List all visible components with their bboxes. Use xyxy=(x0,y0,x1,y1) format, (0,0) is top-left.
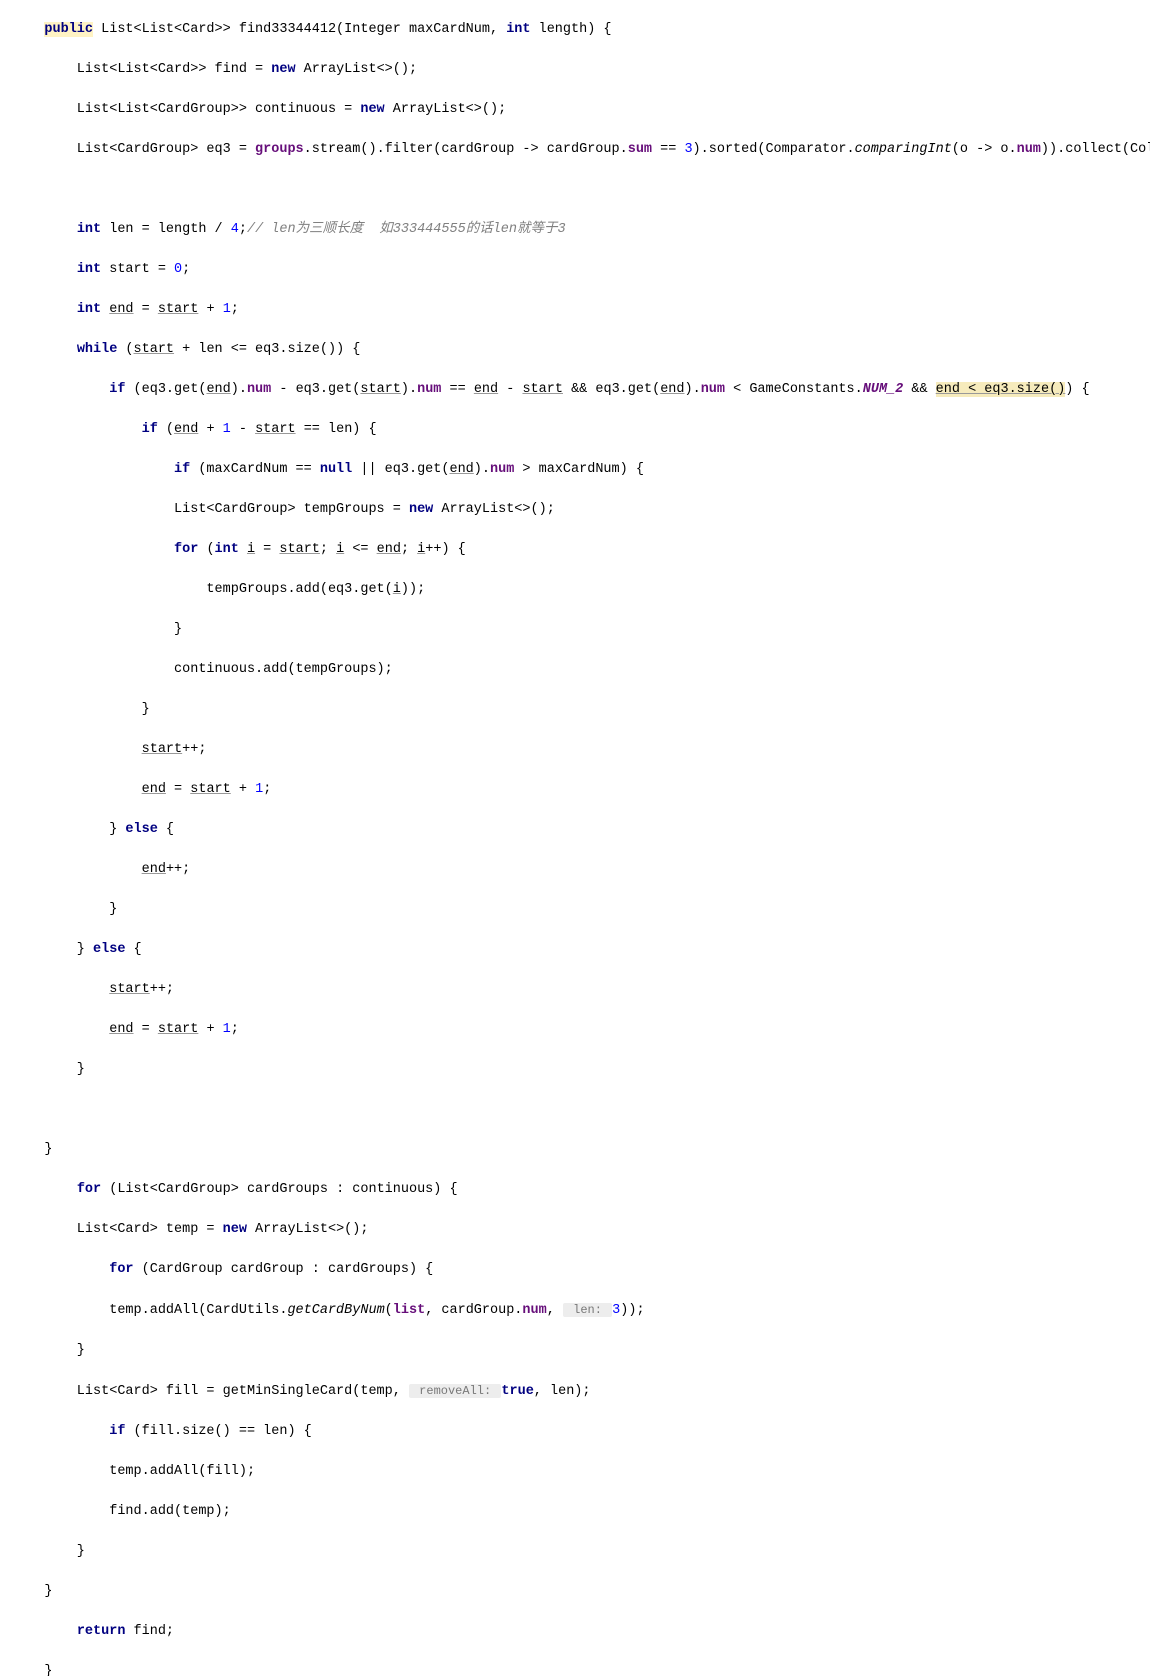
code-line: end = start + 1; xyxy=(12,1020,1150,1040)
code-line: } xyxy=(12,700,1150,720)
code-line: end = start + 1; xyxy=(12,780,1150,800)
code-line: } xyxy=(12,900,1150,920)
code-line: } else { xyxy=(12,820,1150,840)
code-line: start++; xyxy=(12,740,1150,760)
code-line: if (eq3.get(end).num - eq3.get(start).nu… xyxy=(12,380,1150,400)
code-line: temp.addAll(fill); xyxy=(12,1462,1150,1482)
code-line: while (start + len <= eq3.size()) { xyxy=(12,340,1150,360)
code-line: } xyxy=(12,1060,1150,1080)
code-line: } xyxy=(12,1582,1150,1602)
code-line: List<CardGroup> tempGroups = new ArrayLi… xyxy=(12,500,1150,520)
code-line: List<List<Card>> find = new ArrayList<>(… xyxy=(12,60,1150,80)
code-line: if (end + 1 - start == len) { xyxy=(12,420,1150,440)
code-line: tempGroups.add(eq3.get(i)); xyxy=(12,580,1150,600)
code-line: } else { xyxy=(12,940,1150,960)
code-line: int start = 0; xyxy=(12,260,1150,280)
code-line xyxy=(12,1100,1150,1120)
code-line: for (int i = start; i <= end; i++) { xyxy=(12,540,1150,560)
code-line: int len = length / 4;// len为三顺长度 如333444… xyxy=(12,220,1150,240)
code-line: } xyxy=(12,620,1150,640)
code-line: List<Card> fill = getMinSingleCard(temp,… xyxy=(12,1381,1150,1402)
code-line: end++; xyxy=(12,860,1150,880)
code-line: for (CardGroup cardGroup : cardGroups) { xyxy=(12,1260,1150,1280)
code-line: List<List<CardGroup>> continuous = new A… xyxy=(12,100,1150,120)
code-line: continuous.add(tempGroups); xyxy=(12,660,1150,680)
code-line: int end = start + 1; xyxy=(12,300,1150,320)
code-line: temp.addAll(CardUtils.getCardByNum(list,… xyxy=(12,1300,1150,1321)
code-line: List<Card> temp = new ArrayList<>(); xyxy=(12,1220,1150,1240)
code-line: return find; xyxy=(12,1622,1150,1642)
code-line: public List<List<Card>> find33344412(Int… xyxy=(12,20,1150,40)
code-line: start++; xyxy=(12,980,1150,1000)
code-editor[interactable]: public List<List<Card>> find33344412(Int… xyxy=(12,0,1150,1676)
code-line: if (fill.size() == len) { xyxy=(12,1422,1150,1442)
code-line: List<CardGroup> eq3 = groups.stream().fi… xyxy=(12,140,1150,160)
code-line: } xyxy=(12,1341,1150,1361)
code-line: } xyxy=(12,1542,1150,1562)
code-line xyxy=(12,180,1150,200)
code-line: } xyxy=(12,1140,1150,1160)
param-hint: len: xyxy=(563,1303,612,1317)
code-line: find.add(temp); xyxy=(12,1502,1150,1522)
code-line: for (List<CardGroup> cardGroups : contin… xyxy=(12,1180,1150,1200)
editor-gutter xyxy=(0,0,8,1676)
code-line: if (maxCardNum == null || eq3.get(end).n… xyxy=(12,460,1150,480)
param-hint: removeAll: xyxy=(409,1384,501,1398)
code-line: } xyxy=(12,1662,1150,1676)
